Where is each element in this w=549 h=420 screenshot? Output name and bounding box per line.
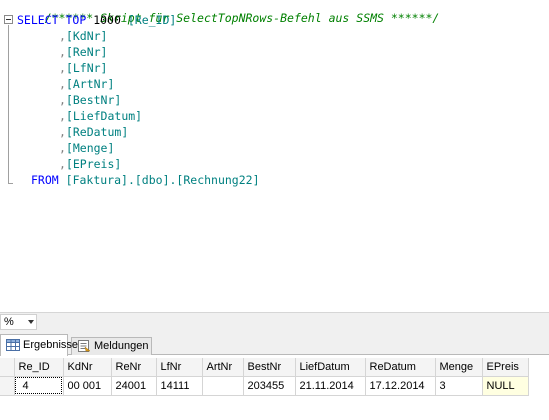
messages-icon [78,340,91,352]
table-cell[interactable]: 3 [435,376,483,396]
column-identifier: [LiefDatum] [65,109,143,123]
column-header[interactable]: Menge [435,358,483,377]
table-cell[interactable]: 17.12.2014 [365,376,436,396]
results-grid[interactable]: Re_ID KdNr ReNr LfNr ArtNr BestNr LiefDa… [0,355,549,420]
code-line-column: ,[ReNr] [59,45,108,59]
column-header[interactable]: Re_ID [14,358,64,377]
column-header[interactable]: LfNr [156,358,203,377]
table-cell[interactable]: 203455 [243,376,296,396]
column-identifier: [BestNr] [65,93,122,107]
results-table: Re_ID KdNr ReNr LfNr ArtNr BestNr LiefDa… [0,358,529,396]
code-line-select: SELECT TOP 1000 [Re_ID] [17,12,176,28]
row-number[interactable] [0,376,15,396]
tab-messages[interactable]: Meldungen [71,337,152,355]
top-keyword: TOP [65,13,87,27]
code-line-from: FROM [Faktura].[dbo].[Rechnung22] [31,172,260,188]
column-header[interactable]: ArtNr [202,358,244,377]
select-keyword: SELECT [17,13,59,27]
code-line-column: ,[LiefDatum] [59,109,143,123]
table-row[interactable]: 4 00 001 24001 14111 203455 21.11.2014 1… [0,376,529,396]
column-header[interactable]: BestNr [243,358,296,377]
table-cell[interactable]: 14111 [156,376,203,396]
zoom-value: % [4,316,14,328]
row-header-corner[interactable] [0,358,15,377]
column-header[interactable]: ReNr [111,358,157,377]
code-line-column: ,[ArtNr] [59,77,115,91]
table-cell[interactable]: 00 001 [63,376,112,396]
column-header[interactable]: KdNr [63,358,112,377]
code-line-comment: /****** Skript für SelectTopNRows-Befehl… [17,0,440,25]
column-identifier: [ReDatum] [65,125,129,139]
table-cell-null[interactable]: NULL [482,376,529,396]
collapse-outline-icon[interactable] [4,15,13,24]
code-line-column: ,[ReDatum] [59,125,129,139]
code-line-column: ,[BestNr] [59,93,122,107]
tab-results[interactable]: Ergebnisse [0,334,78,356]
column-identifier: [Re_ID] [127,13,177,27]
column-identifier: [ReNr] [65,45,108,59]
outline-guide-end [8,183,13,184]
table-cell[interactable]: 24001 [111,376,157,396]
code-line-column: ,[Menge] [59,141,115,155]
tab-results-label: Ergebnisse [23,339,79,351]
results-tabstrip: Ergebnisse Meldungen [0,331,549,356]
column-identifier: [LfNr] [65,61,108,75]
grid-icon [6,339,20,351]
column-header[interactable]: EPreis [482,358,529,377]
table-cell[interactable] [202,376,244,396]
code-line-column: ,[EPreis] [59,157,122,171]
outline-guide-line [8,25,9,183]
tab-messages-label: Meldungen [94,340,149,352]
table-cell[interactable]: 4 [14,376,64,396]
table-reference: [Faktura].[dbo].[Rechnung22] [65,173,260,187]
column-header[interactable]: LiefDatum [295,358,366,377]
code-line-column: ,[KdNr] [59,29,108,43]
table-cell[interactable]: 21.11.2014 [295,376,366,396]
chevron-down-icon[interactable] [28,320,34,324]
top-value: 1000 [93,13,121,27]
from-keyword: FROM [31,173,59,187]
column-identifier: [Menge] [65,141,115,155]
column-identifier: [EPreis] [65,157,122,171]
zoom-dropdown[interactable]: % [0,314,37,330]
column-header[interactable]: ReDatum [365,358,436,377]
query-editor[interactable]: /****** Skript für SelectTopNRows-Befehl… [0,0,549,312]
code-line-column: ,[LfNr] [59,61,108,75]
grid-header-row: Re_ID KdNr ReNr LfNr ArtNr BestNr LiefDa… [0,358,529,377]
editor-status-bar: % [0,312,549,331]
column-identifier: [KdNr] [65,29,108,43]
column-identifier: [ArtNr] [65,77,115,91]
